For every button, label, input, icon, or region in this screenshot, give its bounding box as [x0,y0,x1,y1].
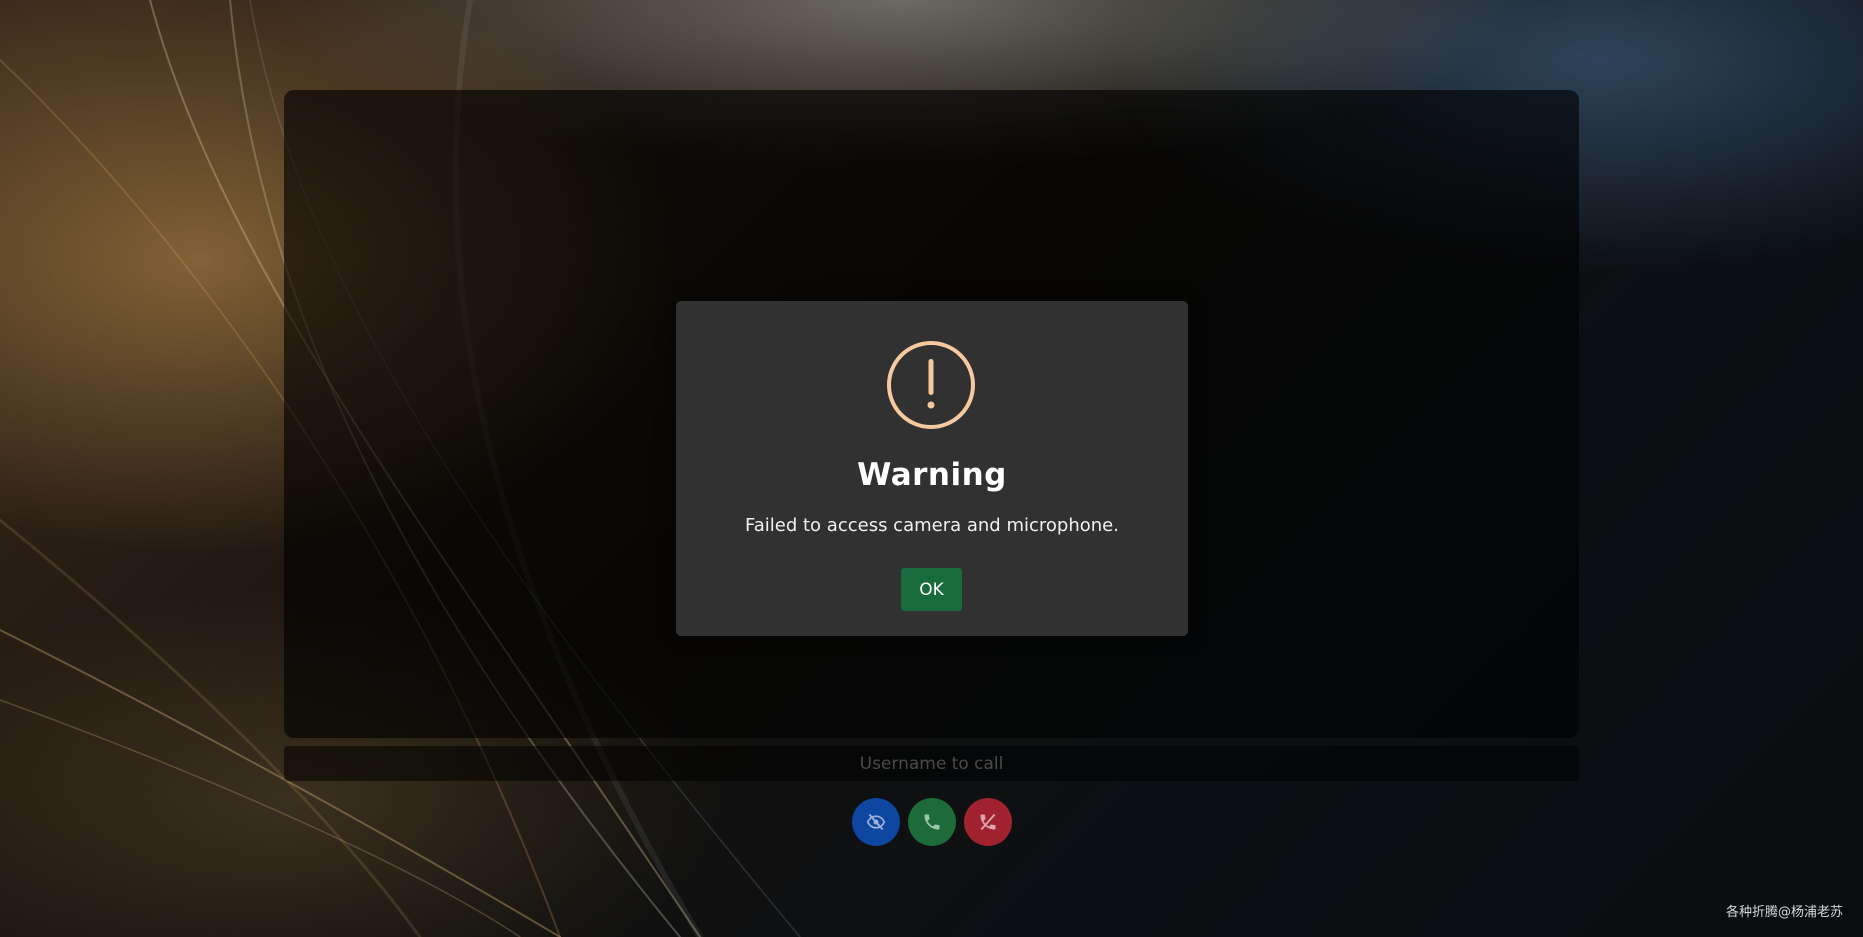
ok-button[interactable]: OK [901,568,962,611]
watermark-text: 各种折腾@杨浦老苏 [1725,905,1843,920]
warning-dialog: Warning Failed to access camera and micr… [676,301,1188,636]
toggle-video-button[interactable] [851,798,900,846]
phone-slash-icon [980,813,995,831]
dialog-message: Failed to access camera and microphone. [745,515,1119,536]
call-controls [0,798,1863,846]
warning-icon [887,341,975,429]
eye-slash-icon [866,813,885,831]
username-to-call-input[interactable] [284,746,1579,781]
dialog-title: Warning [857,457,1007,493]
phone-icon [924,814,939,830]
hangup-button[interactable] [963,798,1012,846]
call-button[interactable] [907,798,956,846]
